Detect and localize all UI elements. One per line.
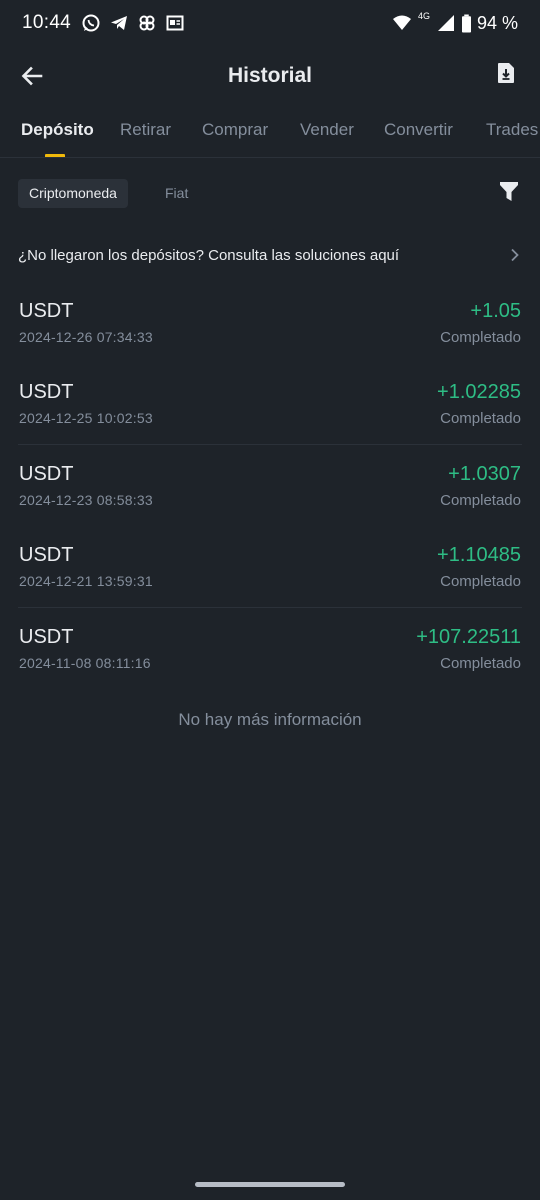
status-left: 10:44	[22, 12, 185, 34]
tab-trades[interactable]: Trades	[486, 120, 538, 140]
deposit-amount: +107.22511	[416, 626, 521, 648]
deposit-amount: +1.02285	[437, 381, 521, 403]
pinwheel-icon	[139, 15, 155, 31]
deposit-status: Completado	[440, 655, 521, 672]
news-icon	[166, 15, 184, 31]
list-item[interactable]: USDT 2024-12-21 13:59:31 +1.10485 Comple…	[18, 534, 522, 614]
deposit-status: Completado	[440, 410, 521, 427]
telegram-icon	[111, 16, 128, 30]
funnel-icon[interactable]	[500, 182, 518, 202]
whatsapp-icon	[82, 14, 100, 32]
deposit-amount: +1.10485	[437, 544, 521, 566]
status-time: 10:44	[22, 12, 72, 33]
deposit-date: 2024-11-08 08:11:16	[19, 655, 151, 671]
home-indicator[interactable]	[195, 1182, 345, 1187]
deposit-date: 2024-12-25 10:02:53	[19, 410, 153, 426]
list-item[interactable]: USDT 2024-11-08 08:11:16 +107.22511 Comp…	[18, 616, 522, 696]
page-title: Historial	[227, 64, 313, 87]
coin-name: USDT	[19, 463, 74, 485]
deposit-date: 2024-12-21 13:59:31	[19, 573, 153, 589]
battery-icon	[461, 14, 471, 33]
coin-name: USDT	[19, 300, 74, 322]
deposit-status: Completado	[440, 329, 521, 346]
tab-deposito[interactable]: Depósito	[21, 120, 94, 140]
deposit-amount: +1.0307	[448, 463, 521, 485]
tab-convertir[interactable]: Convertir	[384, 120, 453, 140]
export-button[interactable]	[498, 63, 518, 87]
list-item[interactable]: USDT 2024-12-26 07:34:33 +1.05 Completad…	[18, 290, 522, 370]
deposit-status: Completado	[440, 492, 521, 509]
status-right: 4G 94 %	[392, 11, 518, 34]
tab-retirar[interactable]: Retirar	[120, 120, 171, 140]
coin-name: USDT	[19, 544, 74, 566]
notice-text: ¿No llegaron los depósitos? Consulta las…	[18, 246, 400, 264]
arrow-left-icon	[21, 66, 43, 86]
back-button[interactable]	[18, 62, 46, 90]
deposit-date: 2024-12-26 07:34:33	[19, 329, 153, 345]
battery-percent: 94 %	[476, 12, 518, 33]
chip-fiat[interactable]: Fiat	[154, 179, 199, 208]
wifi-icon	[392, 15, 411, 30]
active-tab-indicator	[45, 154, 65, 157]
list-item[interactable]: USDT 2024-12-25 10:02:53 +1.02285 Comple…	[18, 371, 522, 451]
file-download-icon	[498, 63, 514, 83]
chevron-right-icon	[511, 248, 519, 262]
chip-criptomoneda[interactable]: Criptomoneda	[18, 179, 128, 208]
tab-comprar[interactable]: Comprar	[202, 120, 268, 140]
coin-name: USDT	[19, 626, 74, 648]
deposit-help-link[interactable]: ¿No llegaron los depósitos? Consulta las…	[18, 238, 522, 272]
coin-name: USDT	[19, 381, 74, 403]
no-more-info: No hay más información	[178, 710, 362, 729]
list-item[interactable]: USDT 2024-12-23 08:58:33 +1.0307 Complet…	[18, 453, 522, 533]
app-header: Historial	[0, 50, 540, 102]
deposit-status: Completado	[440, 573, 521, 590]
deposit-amount: +1.05	[470, 300, 521, 322]
notification-icons	[81, 13, 185, 33]
status-bar: 10:44 4G 94 %	[0, 0, 540, 46]
row-divider	[18, 607, 522, 608]
network-type: 4G	[417, 11, 430, 21]
row-divider	[18, 444, 522, 445]
deposit-date: 2024-12-23 08:58:33	[19, 492, 153, 508]
tab-bar: Depósito Retirar Comprar Vender Converti…	[0, 110, 540, 158]
filter-row: Criptomoneda Fiat	[0, 176, 540, 210]
tab-vender[interactable]: Vender	[300, 120, 354, 140]
signal-icon	[437, 15, 454, 31]
